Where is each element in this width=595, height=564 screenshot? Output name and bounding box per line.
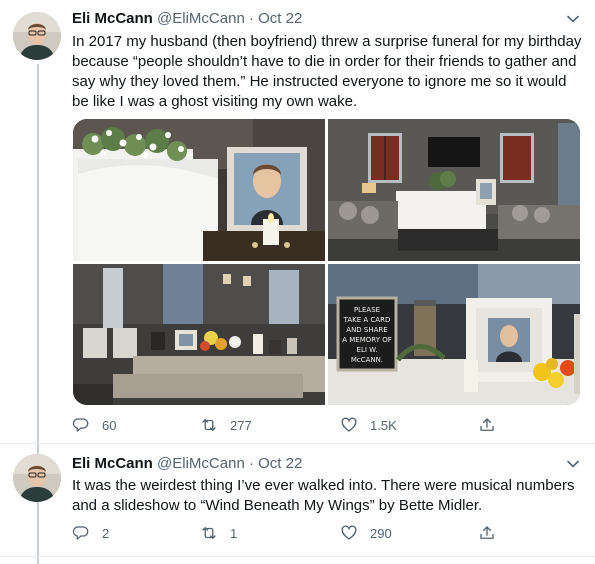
reply-button[interactable]: 2 — [72, 522, 109, 544]
svg-text:AND SHARE: AND SHARE — [346, 326, 387, 334]
reply-count: 60 — [102, 417, 117, 433]
retweet-icon — [202, 527, 216, 539]
svg-text:A MEMORY OF: A MEMORY OF — [342, 336, 391, 344]
tweet-date[interactable]: Oct 22 — [258, 455, 302, 472]
retweet-button[interactable]: 1 — [200, 522, 237, 544]
retweet-button[interactable]: 277 — [200, 414, 252, 436]
caret-down-icon[interactable] — [565, 456, 581, 472]
photo-sign-portrait-candle[interactable]: PLEASE TAKE A CARD AND SHARE A MEMORY OF… — [328, 264, 580, 405]
media-grid[interactable]: PLEASE TAKE A CARD AND SHARE A MEMORY OF… — [73, 119, 580, 405]
tweet-header: Eli McCann @EliMcCann · Oct 22 — [72, 454, 302, 474]
avatar[interactable] — [13, 12, 61, 60]
reply-button[interactable]: 60 — [72, 414, 116, 436]
tweet-actions: 2 1 290 — [72, 522, 512, 544]
author-name[interactable]: Eli McCann — [72, 455, 153, 472]
svg-text:ELI W.: ELI W. — [357, 346, 378, 354]
caret-down-icon[interactable] — [565, 11, 581, 27]
svg-text:TAKE A CARD: TAKE A CARD — [343, 316, 391, 324]
tweet-divider — [0, 556, 595, 557]
like-icon — [341, 525, 357, 540]
share-button[interactable] — [478, 522, 496, 544]
like-button[interactable]: 1.5K — [340, 414, 397, 436]
author-handle[interactable]: @EliMcCann — [157, 455, 245, 472]
share-icon — [480, 526, 494, 539]
retweet-count: 1 — [230, 525, 238, 541]
header-separator: · — [248, 455, 254, 472]
like-count: 290 — [370, 525, 392, 541]
tweet-text: In 2017 my husband (then boyfriend) thre… — [72, 33, 582, 110]
reply-icon — [72, 526, 89, 540]
author-name[interactable]: Eli McCann — [72, 10, 153, 27]
tweet-text: It was the weirdest thing I’ve ever walk… — [72, 477, 575, 514]
share-button[interactable] — [478, 414, 496, 436]
retweet-icon — [202, 419, 216, 431]
svg-text:McCANN.: McCANN. — [351, 356, 383, 364]
avatar[interactable] — [13, 454, 61, 502]
share-icon — [480, 418, 494, 431]
photo-living-room[interactable] — [328, 119, 580, 261]
photo-flowers-portrait[interactable] — [73, 119, 325, 261]
retweet-count: 277 — [230, 417, 252, 433]
header-separator: · — [248, 10, 254, 27]
like-icon — [341, 417, 357, 432]
svg-text:PLEASE: PLEASE — [354, 306, 380, 314]
tweet-1[interactable]: Eli McCann @EliMcCann · Oct 22 In 2017 m… — [0, 0, 595, 440]
like-button[interactable]: 290 — [340, 522, 392, 544]
tweet-2[interactable]: Eli McCann @EliMcCann · Oct 22 It was th… — [0, 444, 595, 556]
reply-count: 2 — [102, 525, 110, 541]
tweet-date[interactable]: Oct 22 — [258, 10, 302, 27]
author-handle[interactable]: @EliMcCann — [157, 10, 245, 27]
tweet-header: Eli McCann @EliMcCann · Oct 22 — [72, 9, 302, 29]
like-count: 1.5K — [370, 417, 397, 433]
photo-dining-table[interactable] — [73, 264, 325, 405]
tweet-actions: 60 277 1.5K — [72, 414, 512, 436]
reply-icon — [72, 418, 89, 432]
